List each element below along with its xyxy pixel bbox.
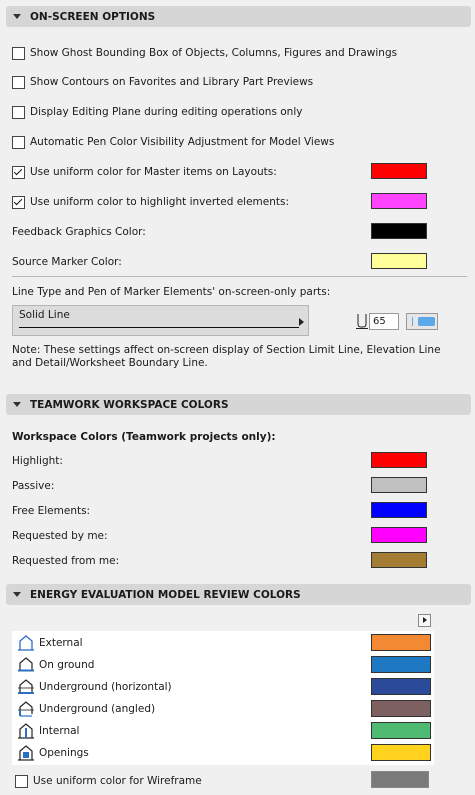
requested-from-me-color-swatch[interactable]: [371, 552, 427, 568]
free-elements-color-swatch[interactable]: [371, 502, 427, 518]
energy-colors-header[interactable]: ENERGY EVALUATION MODEL REVIEW COLORS: [6, 584, 471, 605]
divider: [12, 276, 467, 277]
checkbox[interactable]: [12, 46, 25, 60]
on-ground-color-swatch[interactable]: [371, 656, 431, 673]
pen-icon: [356, 314, 368, 329]
checkbox-checked[interactable]: [12, 165, 25, 179]
teamwork-row: Highlight:: [12, 453, 63, 469]
show-contours-option[interactable]: Show Contours on Favorites and Library P…: [12, 74, 313, 90]
energy-label: On ground: [39, 659, 95, 671]
master-items-color-swatch[interactable]: [371, 163, 427, 179]
energy-label: Openings: [39, 747, 89, 759]
checkbox[interactable]: [12, 105, 25, 119]
option-label: Display Editing Plane during editing ope…: [30, 106, 303, 118]
checkbox[interactable]: [12, 135, 25, 149]
chevron-right-icon: [299, 318, 304, 326]
master-items-color-option[interactable]: Use uniform color for Master items on La…: [12, 164, 277, 180]
option-label: Use uniform color to highlight inverted …: [30, 196, 290, 208]
energy-label: External: [39, 637, 83, 649]
wireframe-option[interactable]: Use uniform color for Wireframe: [15, 773, 202, 789]
option-label: Automatic Pen Color Visibility Adjustmen…: [30, 136, 335, 148]
teamwork-row: Passive:: [12, 478, 54, 494]
section-title: TEAMWORK WORKSPACE COLORS: [30, 398, 229, 411]
teamwork-label: Requested from me:: [12, 555, 120, 567]
underground-angled-color-swatch[interactable]: [371, 700, 431, 717]
line-type-value: Solid Line: [19, 309, 70, 321]
external-structure-icon: [18, 635, 34, 651]
list-item[interactable]: Internal: [17, 722, 79, 740]
source-marker-label: Source Marker Color:: [12, 256, 122, 268]
passive-color-swatch[interactable]: [371, 477, 427, 493]
checkbox-checked[interactable]: [12, 195, 25, 209]
list-item[interactable]: Underground (angled): [17, 700, 155, 718]
feedback-label: Feedback Graphics Color:: [12, 226, 146, 238]
line-type-heading: Line Type and Pen of Marker Elements' on…: [12, 286, 331, 298]
teamwork-label: Highlight:: [12, 455, 63, 467]
pen-swatch-line: [412, 317, 413, 326]
line-type-selector[interactable]: Solid Line: [12, 305, 309, 336]
inverted-elements-color-option[interactable]: Use uniform color to highlight inverted …: [12, 194, 289, 210]
wireframe-label: Use uniform color for Wireframe: [33, 775, 202, 787]
collapse-triangle-icon[interactable]: [13, 14, 21, 19]
teamwork-label: Free Elements:: [12, 505, 91, 517]
line-type-heading-row: Line Type and Pen of Marker Elements' on…: [12, 284, 330, 300]
checkbox[interactable]: [15, 774, 28, 788]
collapse-triangle-icon[interactable]: [13, 402, 21, 407]
teamwork-row: Requested from me:: [12, 553, 119, 569]
teamwork-label: Requested by me:: [12, 530, 108, 542]
teamwork-row: Free Elements:: [12, 503, 90, 519]
pen-number-field[interactable]: 65: [369, 313, 399, 330]
option-label: Use uniform color for Master items on La…: [30, 166, 277, 178]
energy-label: Underground (horizontal): [39, 681, 172, 693]
section-title: ON-SCREEN OPTIONS: [30, 10, 156, 23]
ghost-bounding-box-option[interactable]: Show Ghost Bounding Box of Objects, Colu…: [12, 45, 397, 61]
on-ground-structure-icon: [18, 657, 34, 672]
underground-angled-icon: [18, 701, 34, 717]
highlight-color-swatch[interactable]: [371, 452, 427, 468]
openings-icon: [18, 745, 34, 761]
editing-plane-option[interactable]: Display Editing Plane during editing ope…: [12, 104, 302, 120]
external-color-swatch[interactable]: [371, 634, 431, 651]
option-label: Show Contours on Favorites and Library P…: [30, 76, 314, 88]
section-title: ENERGY EVALUATION MODEL REVIEW COLORS: [30, 588, 301, 601]
openings-color-swatch[interactable]: [371, 744, 431, 761]
onscreen-options-header[interactable]: ON-SCREEN OPTIONS: [6, 6, 471, 27]
internal-structure-icon: [18, 723, 34, 739]
teamwork-label: Passive:: [12, 480, 55, 492]
source-marker-color-swatch[interactable]: [371, 253, 427, 269]
teamwork-row: Requested by me:: [12, 528, 108, 544]
checkbox[interactable]: [12, 75, 25, 89]
list-item[interactable]: Underground (horizontal): [17, 678, 172, 696]
list-item[interactable]: Openings: [17, 744, 89, 762]
internal-color-swatch[interactable]: [371, 722, 431, 739]
pen-swatch-fill: [418, 317, 435, 326]
option-label: Show Ghost Bounding Box of Objects, Colu…: [30, 47, 398, 59]
feedback-color-row: Feedback Graphics Color:: [12, 224, 146, 240]
note-text: Note: These settings affect on-screen di…: [12, 344, 441, 369]
source-marker-row: Source Marker Color:: [12, 254, 122, 270]
underground-horizontal-icon: [18, 679, 34, 694]
play-icon[interactable]: [418, 614, 431, 627]
energy-label: Internal: [39, 725, 80, 737]
wireframe-color-swatch[interactable]: [371, 771, 429, 788]
line-preview: [19, 327, 299, 328]
pen-color-visibility-option[interactable]: Automatic Pen Color Visibility Adjustmen…: [12, 134, 334, 150]
collapse-triangle-icon[interactable]: [13, 592, 21, 597]
list-item[interactable]: External: [17, 634, 83, 652]
energy-label: Underground (angled): [39, 703, 156, 715]
underground-horizontal-color-swatch[interactable]: [371, 678, 431, 695]
workspace-colors-heading: Workspace Colors (Teamwork projects only…: [12, 431, 276, 443]
pen-color-button[interactable]: [406, 313, 438, 330]
list-item[interactable]: On ground: [17, 656, 94, 674]
teamwork-colors-header[interactable]: TEAMWORK WORKSPACE COLORS: [6, 394, 471, 415]
inverted-elements-color-swatch[interactable]: [371, 193, 427, 209]
workspace-colors-heading-row: Workspace Colors (Teamwork projects only…: [12, 429, 276, 445]
feedback-color-swatch[interactable]: [371, 223, 427, 239]
requested-by-me-color-swatch[interactable]: [371, 527, 427, 543]
